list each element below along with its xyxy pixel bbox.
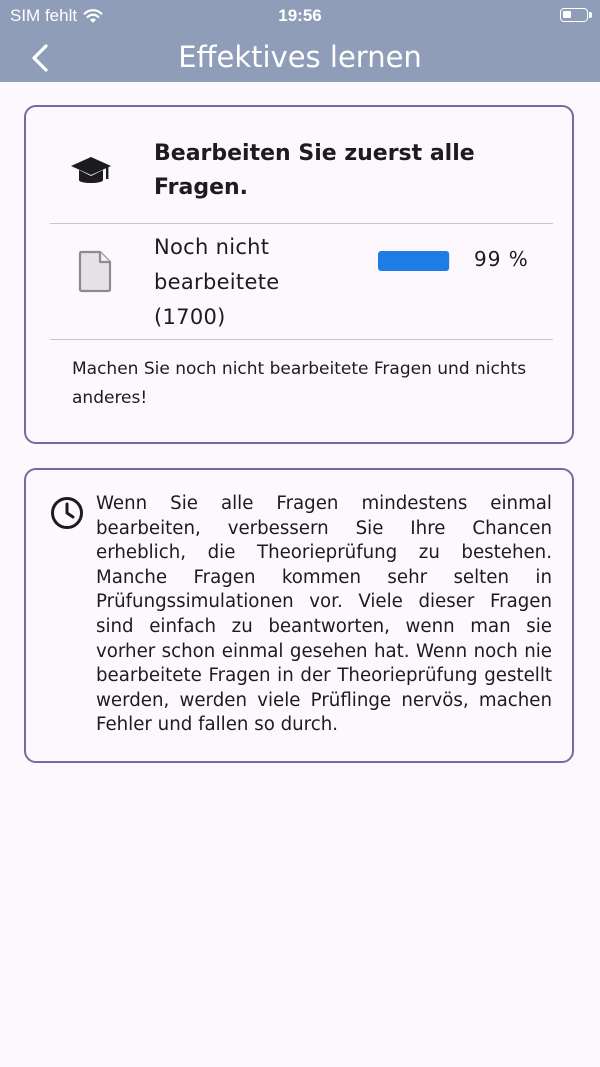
clock-icon [51,497,83,529]
status-time: 19:56 [278,6,322,25]
battery-icon [560,8,592,22]
status-bar: SIM fehlt 19:56 [0,0,600,34]
info-card: Wenn Sie alle Fragen mindestens einmal b… [24,468,574,763]
graduation-cap-icon [71,157,111,183]
app-bar: Effektives lernen [0,34,600,82]
unanswered-label: Noch nicht bearbeitete (1700) [154,235,280,329]
document-icon [78,250,112,293]
progress-percent: 99 % [474,247,529,271]
page-title: Effektives lernen [178,40,422,74]
unanswered-questions-card: Bearbeiten Sie zuerst alle Fragen. Noch … [24,105,574,444]
info-text: Wenn Sie alle Fragen mindestens einmal b… [96,493,552,736]
card-heading: Bearbeiten Sie zuerst alle Fragen. [154,141,475,200]
progress-fill [378,251,450,271]
progress-bar [378,251,450,271]
divider [50,223,553,224]
divider [50,339,553,340]
hint-text: Machen Sie noch nicht bearbeitete Fragen… [72,359,527,408]
